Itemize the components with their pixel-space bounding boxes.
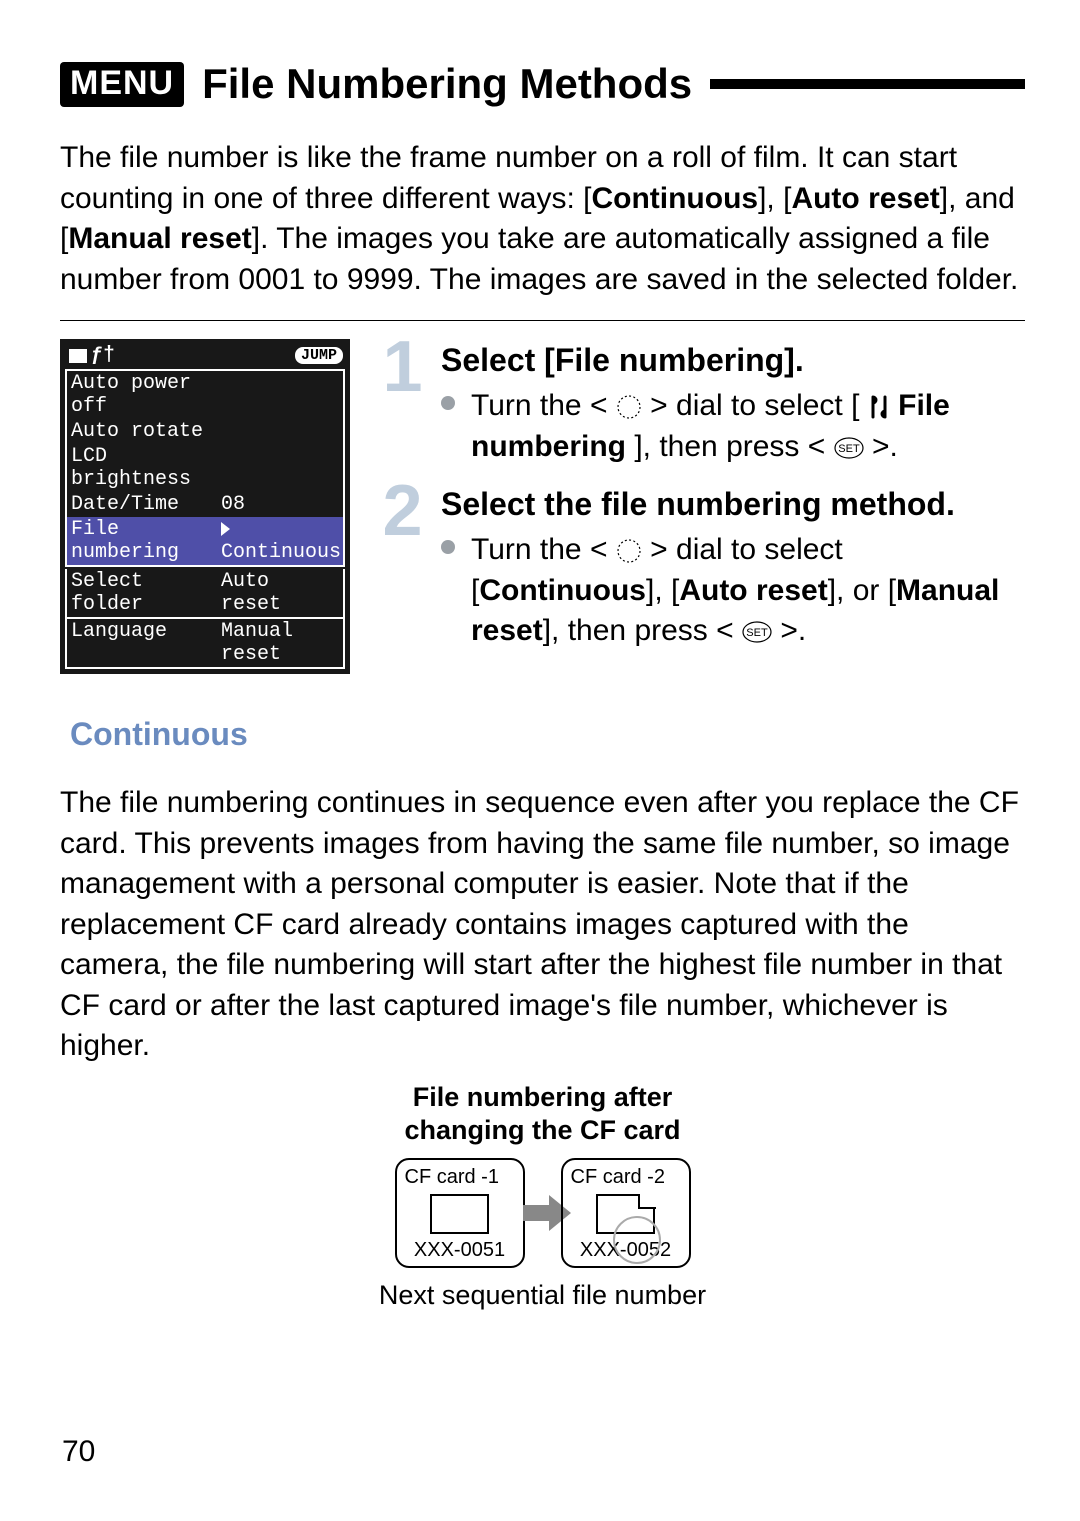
menu-tab-label: ƒ†	[91, 344, 115, 367]
page-number: 70	[62, 1435, 95, 1469]
diagram-title-line1: File numbering after	[413, 1082, 673, 1112]
menu-row: Select folderAuto reset	[67, 569, 343, 617]
cf-card-1-label: CF card -1	[405, 1166, 499, 1189]
menu-row: LanguageManual reset	[67, 617, 343, 667]
tools-icon	[868, 395, 890, 419]
step-bullet: Turn the < > dial to select [ File numbe…	[441, 386, 1025, 467]
step-1: 1 Select [File numbering]. Turn the < > …	[380, 339, 1025, 471]
svg-text:SET: SET	[746, 627, 768, 639]
cf-card-2-label: CF card -2	[571, 1166, 665, 1189]
page-title: File Numbering Methods	[202, 60, 692, 108]
set-button-icon: SET	[742, 621, 772, 643]
menu-row-selected: File numberingContinuous	[67, 517, 343, 565]
menu-row: Auto power off	[67, 371, 343, 419]
menu-row: LCD brightness	[67, 444, 343, 492]
section-divider	[60, 320, 1025, 321]
step-2: 2 Select the file numbering method. Turn…	[380, 483, 1025, 656]
page-title-row: MENU File Numbering Methods	[60, 60, 1025, 108]
cf-card-1: CF card -1 XXX-0051	[395, 1158, 525, 1268]
menu-row: Date/Time08	[67, 492, 343, 517]
cf-card-2: CF card -2 XXX-0052	[561, 1158, 691, 1268]
menu-badge: MENU	[60, 62, 184, 107]
dial-icon	[616, 538, 642, 564]
cf-card-diagram: File numbering after changing the CF car…	[60, 1081, 1025, 1312]
dial-icon	[616, 394, 642, 420]
intro-paragraph: The file number is like the frame number…	[60, 138, 1025, 300]
highlight-circle-icon	[613, 1216, 661, 1264]
diagram-title-line2: changing the CF card	[404, 1115, 680, 1145]
diagram-caption: Next sequential file number	[60, 1280, 1025, 1311]
title-rule	[710, 79, 1025, 89]
cf-card-1-filenum: XXX-0051	[414, 1239, 505, 1262]
subsection-heading-continuous: Continuous	[70, 716, 1025, 753]
continuous-body-text: The file numbering continues in sequence…	[60, 783, 1025, 1067]
step-heading: Select the file numbering method.	[441, 483, 1025, 526]
step-heading: Select [File numbering].	[441, 339, 1025, 382]
set-button-icon: SET	[834, 437, 864, 459]
step-bullet: Turn the < > dial to select [Continuous]…	[441, 530, 1025, 652]
step-number: 1	[380, 339, 425, 471]
svg-text:SET: SET	[838, 443, 860, 455]
menu-row: Auto rotate	[67, 419, 343, 444]
step-number: 2	[380, 483, 425, 656]
camera-menu-screenshot: ƒ† JUMP Auto power off Auto rotate LCD b…	[60, 339, 350, 674]
image-frame-icon	[430, 1194, 489, 1234]
jump-badge: JUMP	[295, 347, 343, 364]
menu-tab-icon	[69, 349, 87, 363]
